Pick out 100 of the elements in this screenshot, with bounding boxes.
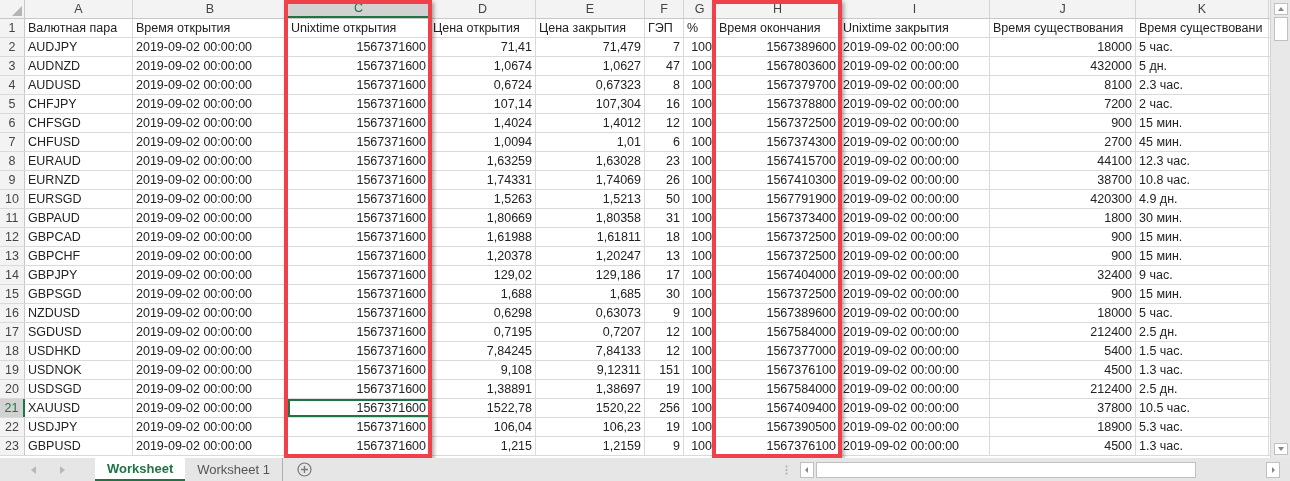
column-header[interactable]: G xyxy=(684,0,716,18)
table-cell: 1567371600 xyxy=(288,38,430,56)
row-header[interactable]: 2 xyxy=(0,38,25,56)
scroll-up-icon[interactable] xyxy=(1273,3,1288,15)
table-cell: 5400 xyxy=(990,342,1136,360)
table-cell: 1,61988 xyxy=(430,228,536,246)
scroll-left-icon[interactable] xyxy=(800,461,814,478)
row-header[interactable]: 17 xyxy=(0,323,25,341)
row-header[interactable]: 3 xyxy=(0,57,25,75)
column-header[interactable]: H xyxy=(716,0,840,18)
next-sheet-icon[interactable] xyxy=(58,465,65,474)
scrollbar-thumb[interactable] xyxy=(816,461,1196,478)
table-cell: 107,304 xyxy=(536,95,645,113)
table-cell: Время окончания xyxy=(716,19,840,37)
table-cell: 100 xyxy=(684,266,716,284)
row-header[interactable]: 10 xyxy=(0,190,25,208)
table-cell: 106,04 xyxy=(430,418,536,436)
table-cell: 30 мин. xyxy=(1136,209,1269,227)
column-header[interactable]: D xyxy=(430,0,536,18)
row-header[interactable]: 12 xyxy=(0,228,25,246)
column-header[interactable]: A xyxy=(25,0,133,18)
row-header[interactable]: 20 xyxy=(0,380,25,398)
table-cell: 1,61811 xyxy=(536,228,645,246)
select-all-icon[interactable] xyxy=(12,6,22,16)
table-cell: 1520,22 xyxy=(536,399,645,417)
row-header[interactable]: 6 xyxy=(0,114,25,132)
row-header[interactable]: 7 xyxy=(0,133,25,151)
table-cell: 2019-09-02 00:00:00 xyxy=(840,38,990,56)
table-cell: 15 мин. xyxy=(1136,228,1269,246)
row-header[interactable]: 16 xyxy=(0,304,25,322)
row-header[interactable]: 19 xyxy=(0,361,25,379)
table-cell: 1567371600 xyxy=(288,304,430,322)
column-header[interactable]: K xyxy=(1136,0,1269,18)
table-cell: 1567584000 xyxy=(716,380,840,398)
table-cell: 2019-09-02 00:00:00 xyxy=(133,57,288,75)
table-cell: 2019-09-02 00:00:00 xyxy=(840,95,990,113)
table-cell: 2019-09-02 00:00:00 xyxy=(840,247,990,265)
row-header[interactable]: 9 xyxy=(0,171,25,189)
row-header[interactable]: 11 xyxy=(0,209,25,227)
table-cell: 100 xyxy=(684,114,716,132)
table-cell: 2019-09-02 00:00:00 xyxy=(133,361,288,379)
table-cell: USDHKD xyxy=(25,342,133,360)
table-cell: EURNZD xyxy=(25,171,133,189)
row-header[interactable]: 5 xyxy=(0,95,25,113)
table-cell: Цена закрытия xyxy=(536,19,645,37)
add-sheet-icon[interactable] xyxy=(297,462,312,477)
table-cell: Unixtime закрытия xyxy=(840,19,990,37)
table-cell: 9 xyxy=(645,437,684,455)
table-cell: 2019-09-02 00:00:00 xyxy=(840,171,990,189)
table-cell: USDNOK xyxy=(25,361,133,379)
table-cell: 2019-09-02 00:00:00 xyxy=(133,285,288,303)
table-cell: 1567371600 xyxy=(288,228,430,246)
table-cell: 1567371600 xyxy=(288,323,430,341)
table-cell: 1567371600 xyxy=(288,247,430,265)
table-cell: 1567404000 xyxy=(716,266,840,284)
column-header[interactable]: I xyxy=(840,0,990,18)
vertical-scrollbar[interactable] xyxy=(1270,0,1290,458)
scroll-down-icon[interactable] xyxy=(1273,443,1288,455)
table-cell: 2.3 час. xyxy=(1136,76,1269,94)
table-cell: 1,0094 xyxy=(430,133,536,151)
column-header[interactable]: E xyxy=(536,0,645,18)
table-cell: EURSGD xyxy=(25,190,133,208)
row-header[interactable]: 4 xyxy=(0,76,25,94)
table-cell: 4.9 дн. xyxy=(1136,190,1269,208)
row-header[interactable]: 14 xyxy=(0,266,25,284)
horizontal-scrollbar[interactable] xyxy=(800,461,1280,478)
table-cell: 1567371600 xyxy=(288,209,430,227)
row-header[interactable]: 1 xyxy=(0,19,25,37)
column-header[interactable]: F xyxy=(645,0,684,18)
previous-sheet-icon[interactable] xyxy=(30,465,37,474)
table-cell: 1567371600 xyxy=(288,57,430,75)
row-header[interactable]: 18 xyxy=(0,342,25,360)
row-header[interactable]: 8 xyxy=(0,152,25,170)
table-cell: 2019-09-02 00:00:00 xyxy=(840,418,990,436)
sheet-tab[interactable]: Worksheet 1 xyxy=(185,458,283,481)
table-cell: 19 xyxy=(645,418,684,436)
table-cell: 1567378800 xyxy=(716,95,840,113)
scroll-right-icon[interactable] xyxy=(1266,461,1280,478)
table-cell: 2019-09-02 00:00:00 xyxy=(133,247,288,265)
table-cell: 1567376100 xyxy=(716,361,840,379)
row-header[interactable]: 22 xyxy=(0,418,25,436)
column-header[interactable]: J xyxy=(990,0,1136,18)
table-cell: GBPCHF xyxy=(25,247,133,265)
table-cell: 1567371600 xyxy=(288,399,430,417)
sheet-tab[interactable]: Worksheet xyxy=(95,458,186,481)
row-header[interactable]: 15 xyxy=(0,285,25,303)
table-cell: AUDNZD xyxy=(25,57,133,75)
scrollbar-thumb[interactable] xyxy=(1273,17,1288,41)
table-cell: 0,6298 xyxy=(430,304,536,322)
splitter-icon[interactable] xyxy=(785,464,788,475)
table-cell: 2019-09-02 00:00:00 xyxy=(840,76,990,94)
row-header[interactable]: 13 xyxy=(0,247,25,265)
row-header[interactable]: 23 xyxy=(0,437,25,455)
table-cell: 1567371600 xyxy=(288,342,430,360)
table-cell: 100 xyxy=(684,323,716,341)
table-cell: 900 xyxy=(990,228,1136,246)
row-header[interactable]: 21 xyxy=(0,399,25,417)
table-cell: 2019-09-02 00:00:00 xyxy=(133,114,288,132)
table-cell: 1,215 xyxy=(430,437,536,455)
table-cell: 1567372500 xyxy=(716,285,840,303)
